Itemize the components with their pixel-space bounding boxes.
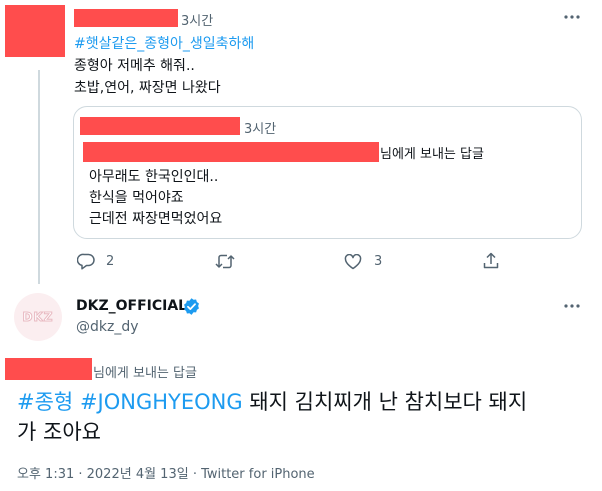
quoted-reply-to-redacted xyxy=(83,142,379,162)
username-redacted[interactable] xyxy=(74,9,178,27)
quoted-username-redacted xyxy=(80,117,240,135)
main-reply-to-redacted[interactable] xyxy=(5,358,92,380)
reply-icon[interactable] xyxy=(77,253,95,270)
tweet-meta[interactable]: 오후 1:31 · 2022년 4월 13일 · Twitter for iPh… xyxy=(17,463,315,482)
main-text-line-2: 가 조아요 xyxy=(17,420,101,444)
quoted-text-line-3: 근데전 짜장면먹었어요 xyxy=(89,211,223,227)
dkz-avatar[interactable]: DKZ xyxy=(14,293,62,341)
reply-count: 2 xyxy=(106,254,115,269)
main-tweet-text: #종형 #JONGHYEONG 돼지 김치찌개 난 참치보다 돼지 xyxy=(17,388,597,416)
reply-text-line-1: 종형아 저메추 해줘.. xyxy=(74,58,195,74)
reply-tweet-time[interactable]: 3시간 xyxy=(181,10,213,29)
reply-text-line-2: 초밥,연어, 짜장면 나왔다 xyxy=(74,80,221,96)
quoted-text-line-1: 아무래도 한국인인대.. xyxy=(89,169,219,185)
more-horizontal-icon[interactable] xyxy=(564,14,580,20)
hashtag-jonghyeong-en[interactable]: #JONGHYEONG xyxy=(80,390,243,414)
hashtag-jonghyeong-ko[interactable]: #종형 xyxy=(17,390,73,414)
thread-line xyxy=(38,70,40,284)
like-count: 3 xyxy=(374,254,383,269)
like-icon[interactable] xyxy=(344,254,362,270)
more-horizontal-icon[interactable] xyxy=(564,303,580,309)
main-text-rest: 돼지 김치찌개 난 참치보다 돼지 xyxy=(242,390,528,414)
display-name[interactable]: DKZ_OFFICIAL xyxy=(76,298,187,314)
quoted-text-line-2: 한식을 먹어야죠 xyxy=(89,190,184,206)
main-reply-to-label: 님에게 보내는 답글 xyxy=(93,366,197,381)
avatar-logo-text: DKZ xyxy=(22,310,54,325)
reply-hashtag[interactable]: #햇살같은_종형아_생일축하해 xyxy=(74,33,254,53)
share-icon[interactable] xyxy=(483,252,499,270)
retweet-icon[interactable] xyxy=(215,253,235,270)
handle[interactable]: @dkz_dy xyxy=(76,319,139,335)
quoted-tweet-time: 3시간 xyxy=(244,122,277,137)
quoted-reply-to-label: 님에게 보내는 답글 xyxy=(380,147,484,162)
avatar-redacted[interactable] xyxy=(5,5,65,57)
verified-badge-icon xyxy=(184,298,199,315)
